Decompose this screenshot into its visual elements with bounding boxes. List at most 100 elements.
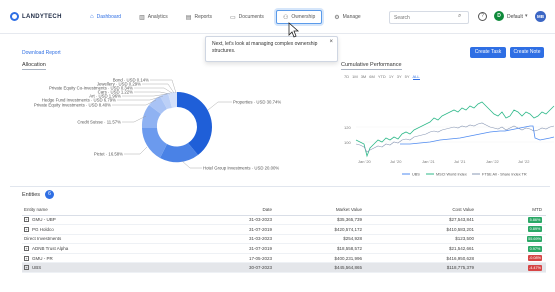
cost-value-cell: $416,950,628	[366, 253, 478, 264]
range-option[interactable]: 1Y	[389, 74, 394, 80]
entity-name-cell[interactable]: + GMU - PR	[22, 253, 212, 264]
profile-avatar[interactable]: MB	[535, 11, 546, 22]
allocation-label: Credit Suisse · 11.57%	[77, 120, 121, 125]
nav-item-manage[interactable]: ⚙ Manage	[328, 10, 366, 24]
expand-icon[interactable]: +	[24, 246, 29, 252]
range-selector: 7D 1M 3M 6M YTD 1Y 3Y 5Y ALL	[344, 74, 420, 80]
home-icon: ⌂	[90, 14, 94, 20]
guide-tooltip: Next, let's look at managing complex own…	[205, 36, 338, 62]
donut-segments	[141, 91, 212, 163]
mtd-cell: 5.86%	[478, 215, 546, 226]
document-icon: ▤	[185, 14, 192, 21]
create-note-button[interactable]: Create Note	[510, 47, 544, 58]
logo[interactable]: LANDYTECH	[10, 12, 62, 21]
entity-name-cell[interactable]: + ADNB Trust Alpha	[22, 243, 212, 254]
market-value-cell: $254,928	[276, 234, 366, 245]
x-tick-label: Jul '22	[518, 159, 530, 164]
nav-item-documents[interactable]: ▭ Documents	[224, 10, 270, 24]
tooltip-text: Next, let's look at managing complex own…	[212, 41, 318, 54]
y-tick-label: 100	[344, 140, 351, 145]
table-row[interactable]: Direct Investments 31-03-2023 $254,928 $123…	[22, 234, 546, 245]
mtd-cell: 0.89%	[478, 224, 546, 235]
date-cell: 31-07-2019	[212, 243, 276, 254]
entity-name-cell[interactable]: + UBS	[22, 262, 212, 274]
table-row[interactable]: + PG Holdco 31-07-2019 $420,574,172 $410,583…	[22, 224, 546, 235]
performance-title: Cumulative Performance	[341, 62, 402, 70]
legend-label-ubs: UBS	[412, 173, 420, 177]
allocation-label: Private Equity Investments · USD 8.40%	[34, 103, 111, 108]
range-option[interactable]: 3M	[361, 74, 367, 80]
mtd-badge: 0.89%	[528, 226, 542, 233]
table-row[interactable]: + ADNB Trust Alpha 31-07-2019 $18,558,572 $2…	[22, 243, 546, 254]
close-icon[interactable]: ×	[329, 39, 333, 46]
column-header-market-value[interactable]: Market Value	[276, 205, 366, 216]
expand-icon[interactable]: +	[24, 255, 29, 261]
mtd-badge: -0.08%	[527, 255, 542, 262]
x-tick-label: Jan '20	[358, 159, 372, 164]
range-option[interactable]: 5Y	[405, 74, 410, 80]
nav-label: Ownership	[291, 14, 316, 20]
table-header-row: Entity name Date Market Value Cost Value…	[22, 205, 546, 216]
mtd-badge: 0.97%	[528, 245, 542, 252]
allocation-label: Pictet · 16.58%	[94, 152, 123, 157]
user-label[interactable]: Default	[507, 14, 523, 20]
entity-name-cell[interactable]: + GMU - UBP	[22, 215, 212, 226]
entity-name-cell[interactable]: Direct Investments	[22, 234, 212, 245]
mouse-cursor-icon	[288, 22, 300, 38]
expand-icon[interactable]: +	[24, 265, 29, 271]
entity-name-cell[interactable]: + PG Holdco	[22, 224, 212, 235]
nav-label: Analytics	[147, 14, 168, 20]
table-row[interactable]: + GMU - PR 17-05-2023 $400,231,996 $416,950,…	[22, 253, 546, 264]
range-option-selected[interactable]: ALL	[412, 74, 420, 80]
entity-name: ADNB Trust Alpha	[32, 245, 69, 251]
x-tick-label: Jan '21	[422, 159, 436, 164]
expand-icon[interactable]: +	[24, 217, 29, 223]
market-value-cell: $420,574,172	[276, 224, 366, 235]
range-option[interactable]: 6M	[369, 74, 375, 80]
nav-item-reports[interactable]: ▤ Reports	[180, 10, 218, 24]
x-tick-label: Jan '22	[486, 159, 500, 164]
expand-icon[interactable]: +	[24, 227, 29, 233]
entity-name: PG Holdco	[32, 226, 54, 232]
create-task-button[interactable]: Create Task	[470, 47, 506, 58]
allocation-label: Hotel Group Investments · USD 20.00%	[203, 166, 279, 171]
allocation-donut-chart: Bond · USD 0.14% Jewellery · USD 0.29% P…	[34, 78, 282, 171]
legend-label-ftse: FTSE All - Share Index TR	[482, 173, 527, 177]
range-option[interactable]: 7D	[344, 74, 349, 80]
entity-name: GMU - UBP	[32, 217, 56, 223]
user-avatar[interactable]: D	[494, 11, 504, 21]
nav-item-dashboard[interactable]: ⌂ Dashboard	[84, 10, 127, 24]
search-input[interactable]	[389, 11, 469, 24]
nav-label: Documents	[238, 14, 264, 20]
download-report-link[interactable]: Download Report	[22, 50, 61, 56]
table-row[interactable]: + GMU - UBP 31-03-2023 $35,365,739 $27,543,8…	[22, 215, 546, 226]
y-tick-label: 120	[344, 125, 351, 130]
search-icon[interactable]: ⌕	[458, 13, 461, 20]
mtd-cell: 55.69%	[478, 234, 546, 245]
market-value-cell: $445,564,865	[276, 262, 366, 274]
entities-table: Entity name Date Market Value Cost Value…	[22, 205, 546, 274]
chevron-down-icon[interactable]: ▾	[525, 13, 528, 19]
entity-name: UBS	[32, 265, 42, 271]
table-row[interactable]: + UBS 30-07-2023 $445,564,865 $118,775,379 -4…	[22, 262, 546, 274]
help-icon[interactable]: ?	[478, 12, 487, 21]
range-option[interactable]: YTD	[378, 74, 386, 80]
market-value-cell: $35,365,739	[276, 215, 366, 226]
entities-table-body: + GMU - UBP 31-03-2023 $35,365,739 $27,543,8…	[22, 215, 546, 274]
entity-name: GMU - PR	[32, 255, 53, 261]
column-header-mtd[interactable]: MTD	[478, 205, 546, 216]
nav-label: Dashboard	[96, 14, 122, 20]
entities-count-badge[interactable]: 6	[45, 190, 54, 199]
nav-item-analytics[interactable]: ▥ Analytics	[133, 10, 174, 24]
date-cell: 17-05-2023	[212, 253, 276, 264]
mtd-badge: 55.69%	[527, 235, 542, 242]
range-option[interactable]: 3Y	[397, 74, 402, 80]
nav-label: Reports	[194, 14, 212, 20]
range-option[interactable]: 1M	[352, 74, 358, 80]
donut-segment-properties[interactable]	[177, 92, 212, 155]
column-header-entity-name[interactable]: Entity name	[22, 205, 212, 216]
allocation-label: Properties · USD 30.74%	[233, 100, 281, 105]
column-header-date[interactable]: Date	[212, 205, 276, 216]
cost-value-cell: $27,543,841	[366, 215, 478, 226]
column-header-cost-value[interactable]: Cost Value	[366, 205, 478, 216]
